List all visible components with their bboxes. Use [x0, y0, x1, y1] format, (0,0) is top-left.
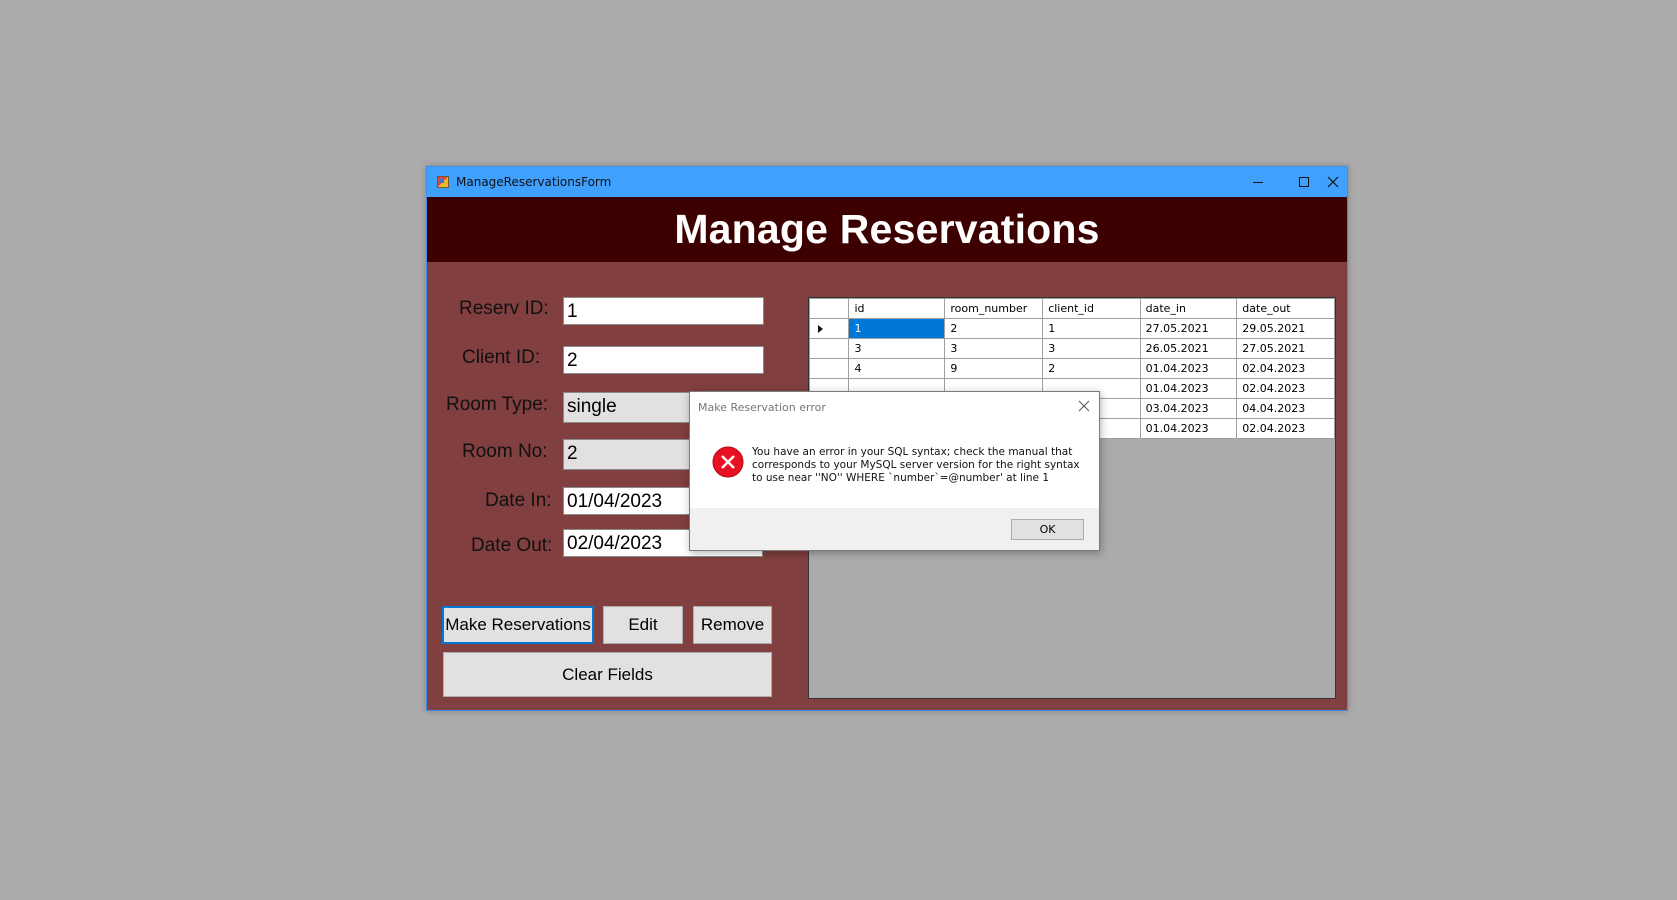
current-row-arrow-icon: [818, 325, 823, 333]
dialog-message: You have an error in your SQL syntax; ch…: [752, 446, 1082, 485]
room-no-label: Room No:: [462, 441, 548, 462]
table-row[interactable]: 3 3 3 26.05.2021 27.05.2021: [809, 338, 1335, 359]
row-header-corner: [809, 298, 850, 319]
dialog-message-line: You have an error in your SQL syntax; ch…: [752, 446, 1073, 458]
table-cell[interactable]: 02.04.2023: [1236, 378, 1335, 399]
close-button[interactable]: [1327, 167, 1349, 197]
reserv-id-label: Reserv ID:: [459, 298, 549, 319]
minimize-button[interactable]: [1235, 167, 1281, 197]
make-reservations-button[interactable]: Make Reservations: [442, 606, 594, 644]
table-cell[interactable]: 27.05.2021: [1236, 338, 1335, 359]
error-icon: [712, 446, 744, 478]
table-cell[interactable]: 26.05.2021: [1139, 338, 1238, 359]
remove-button[interactable]: Remove: [693, 606, 772, 644]
ok-button[interactable]: OK: [1011, 519, 1084, 540]
table-cell[interactable]: 4: [848, 358, 946, 379]
page-title: Manage Reservations: [674, 206, 1100, 252]
error-dialog[interactable]: Make Reservation error You have an error…: [689, 391, 1100, 551]
window-title: ManageReservationsForm: [456, 175, 612, 189]
close-icon: [1078, 400, 1090, 412]
table-cell[interactable]: 1: [848, 318, 946, 339]
edit-button[interactable]: Edit: [603, 606, 683, 644]
table-row[interactable]: 1 2 1 27.05.2021 29.05.2021: [809, 318, 1335, 339]
maximize-icon: [1299, 177, 1309, 187]
table-cell[interactable]: 9: [944, 358, 1044, 379]
table-cell[interactable]: 3: [1042, 338, 1141, 359]
table-cell[interactable]: 03.04.2023: [1139, 398, 1238, 419]
row-header[interactable]: [809, 318, 850, 339]
dialog-title: Make Reservation error: [698, 401, 826, 414]
table-cell[interactable]: 3: [848, 338, 946, 359]
table-row[interactable]: 4 9 2 01.04.2023 02.04.2023: [809, 358, 1335, 379]
maximize-button[interactable]: [1281, 167, 1327, 197]
table-cell[interactable]: 04.04.2023: [1236, 398, 1335, 419]
app-icon: [437, 176, 449, 188]
client-id-input[interactable]: 2: [563, 346, 764, 374]
reserv-id-input[interactable]: 1: [563, 297, 764, 325]
row-header[interactable]: [809, 358, 850, 379]
column-header-date-out[interactable]: date_out: [1236, 298, 1335, 319]
table-cell[interactable]: 01.04.2023: [1139, 378, 1238, 399]
column-header-date-in[interactable]: date_in: [1139, 298, 1238, 319]
row-header[interactable]: [809, 338, 850, 359]
table-cell[interactable]: 3: [944, 338, 1044, 359]
table-cell[interactable]: 01.04.2023: [1139, 358, 1238, 379]
title-bar[interactable]: ManageReservationsForm: [427, 167, 1347, 197]
table-cell[interactable]: 2: [944, 318, 1044, 339]
close-icon: [1327, 176, 1339, 188]
room-type-label: Room Type:: [446, 394, 549, 415]
table-cell[interactable]: 1: [1042, 318, 1141, 339]
table-cell[interactable]: 27.05.2021: [1139, 318, 1238, 339]
table-cell[interactable]: 02.04.2023: [1236, 358, 1335, 379]
dialog-message-line: corresponds to your MySQL server version…: [752, 459, 1080, 471]
table-cell[interactable]: 01.04.2023: [1139, 418, 1238, 439]
date-in-label: Date In:: [485, 490, 552, 511]
clear-fields-button[interactable]: Clear Fields: [443, 652, 772, 697]
column-header-client-id[interactable]: client_id: [1042, 298, 1141, 319]
table-header-row: id room_number client_id date_in date_ou…: [809, 298, 1335, 319]
column-header-room-number[interactable]: room_number: [944, 298, 1044, 319]
minimize-icon: [1253, 182, 1263, 183]
dialog-message-line: to use near ''NO'' WHERE `number`=@numbe…: [752, 472, 1050, 484]
column-header-id[interactable]: id: [848, 298, 946, 319]
client-id-label: Client ID:: [462, 347, 541, 368]
table-cell[interactable]: 02.04.2023: [1236, 418, 1335, 439]
dialog-footer: OK: [690, 508, 1099, 550]
date-out-label: Date Out:: [471, 535, 553, 556]
table-cell[interactable]: 29.05.2021: [1236, 318, 1335, 339]
dialog-close-button[interactable]: [1077, 398, 1091, 412]
table-cell[interactable]: 2: [1042, 358, 1141, 379]
header-banner: Manage Reservations: [427, 197, 1347, 262]
